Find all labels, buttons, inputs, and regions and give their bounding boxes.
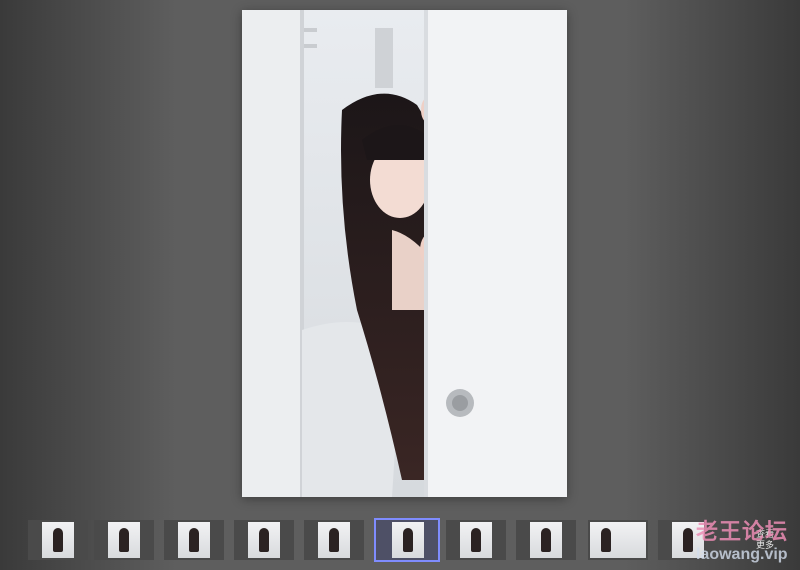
image-viewer: 查看 更多 老王论坛 laowang.vip <box>0 0 800 570</box>
main-photo-graphic <box>242 10 567 497</box>
thumbnail-image <box>672 522 704 558</box>
thumbnail-image <box>108 522 140 558</box>
thumbnail[interactable] <box>164 520 224 560</box>
thumbnail-active[interactable] <box>374 518 440 562</box>
thumbnail[interactable] <box>304 520 364 560</box>
thumbnail[interactable] <box>516 520 576 560</box>
thumbnail[interactable] <box>234 520 294 560</box>
main-photo[interactable] <box>242 10 567 497</box>
thumbnail-image <box>318 522 350 558</box>
thumbnail[interactable] <box>94 520 154 560</box>
thumbnail[interactable] <box>658 520 718 560</box>
view-more-line1: 查看 <box>755 529 774 539</box>
thumbnail-image <box>392 522 424 558</box>
view-more-line2: 更多 <box>755 540 774 550</box>
thumbnail[interactable] <box>28 520 88 560</box>
thumbnail-strip <box>0 518 800 564</box>
view-more-button[interactable]: 查看 更多 <box>748 522 782 558</box>
thumbnail[interactable] <box>588 520 648 560</box>
thumbnail-image <box>248 522 280 558</box>
thumbnail-image <box>590 522 646 558</box>
thumbnail-image <box>42 522 74 558</box>
thumbnail-image <box>460 522 492 558</box>
thumbnail-image <box>178 522 210 558</box>
thumbnail[interactable] <box>446 520 506 560</box>
thumbnail-image <box>530 522 562 558</box>
